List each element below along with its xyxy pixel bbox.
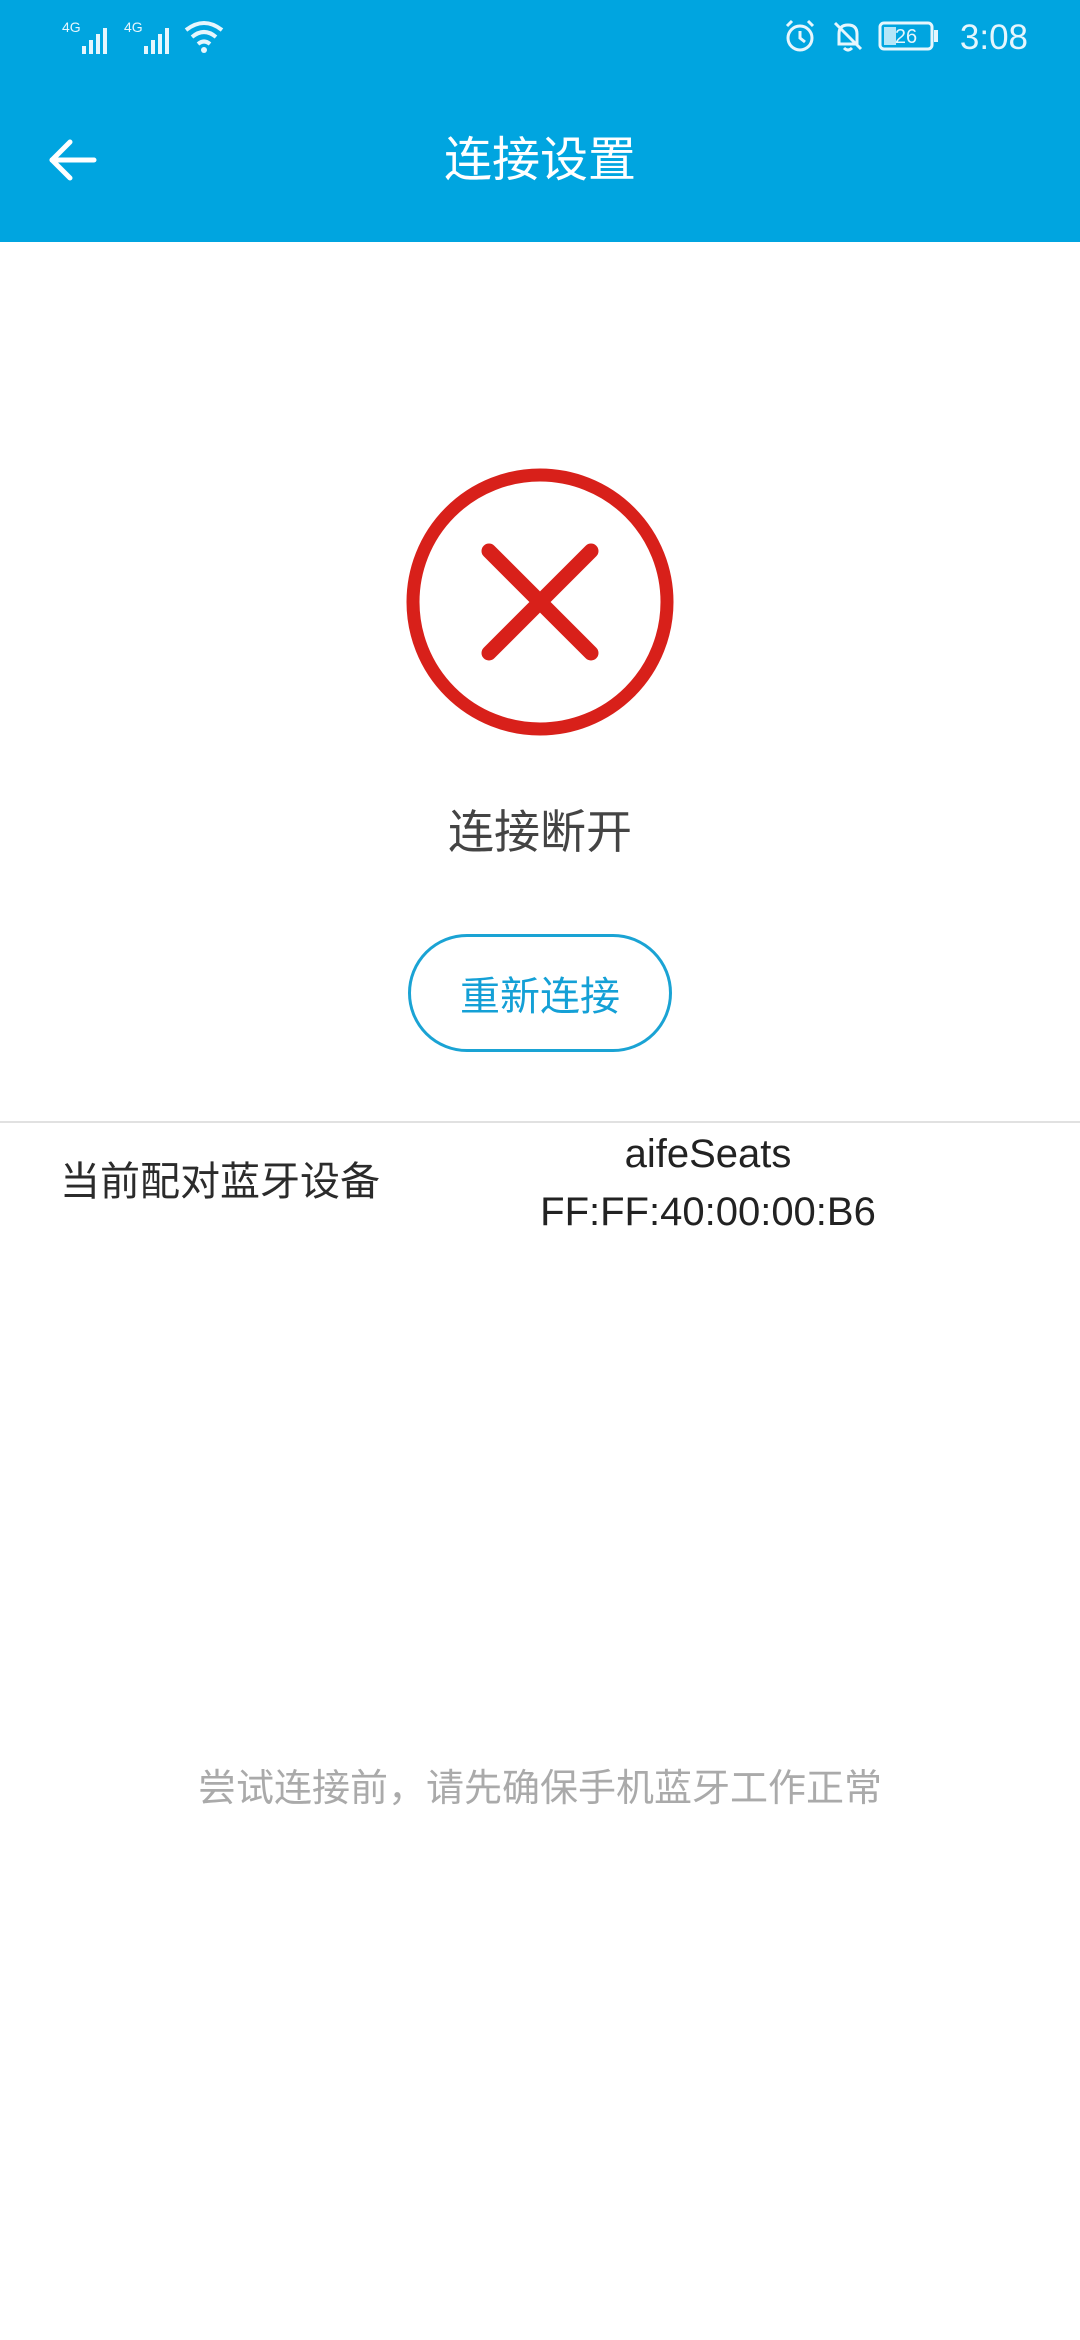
error-x-icon (404, 466, 676, 738)
connection-status-text: 连接断开 (448, 805, 632, 859)
page-title: 连接设置 (443, 132, 636, 188)
bluetooth-hint: 尝试连接前，请先确保手机蓝牙工作正常 (197, 1766, 882, 1810)
battery-icon: 26 (878, 20, 940, 56)
alarm-icon (782, 18, 818, 58)
divider (0, 1121, 1080, 1123)
status-bar: 4G 4G 26 3:08 (0, 0, 1080, 75)
device-name: aifeSeats (624, 1132, 792, 1176)
header-bar: 4G 4G 26 3:08 连接设置 (0, 0, 1080, 242)
reconnect-button[interactable]: 重新连接 (408, 934, 672, 1052)
signal-icon: 4G (122, 18, 178, 60)
status-right: 26 3:08 (782, 14, 1028, 62)
svg-text:26: 26 (895, 26, 917, 48)
bell-off-icon (830, 18, 866, 58)
svg-text:4G: 4G (62, 19, 81, 35)
device-mac-address: FF:FF:40:00:00:B6 (540, 1190, 876, 1234)
svg-text:4G: 4G (124, 19, 143, 35)
clock: 3:08 (959, 18, 1028, 57)
signal-icon: 4G (60, 18, 116, 60)
paired-device-label: 当前配对蓝牙设备 (60, 1159, 380, 1205)
wifi-icon (182, 18, 226, 60)
